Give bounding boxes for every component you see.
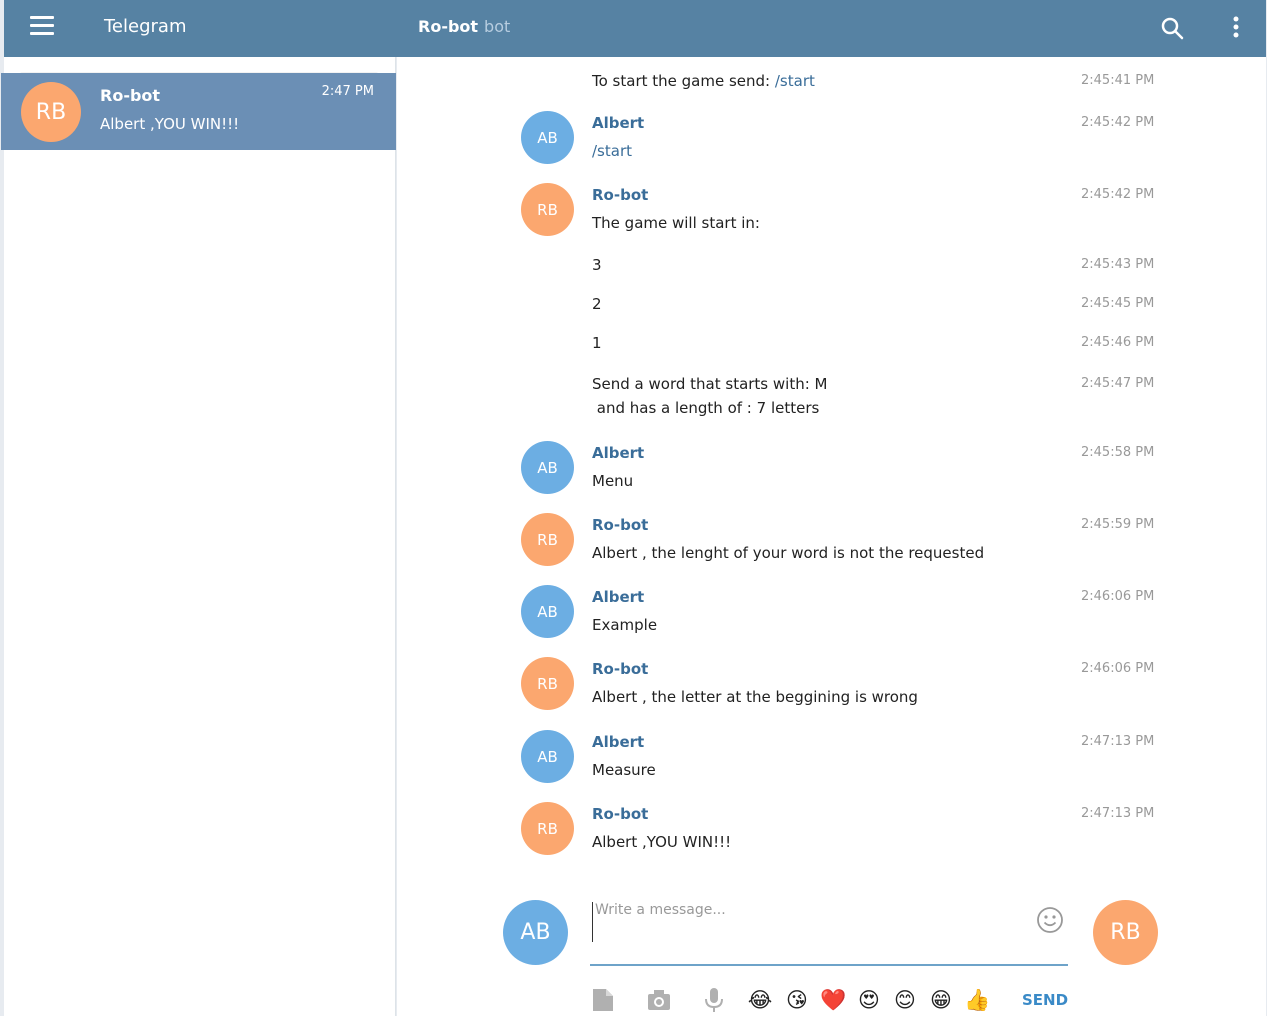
message-text: 1 [592,334,602,352]
message-time: 2:46:06 PM [1081,661,1155,676]
message-text: Albert , the letter at the beggining is … [592,688,918,706]
message-time: 2:45:59 PM [1081,517,1155,532]
message-author[interactable]: Albert [592,444,644,462]
emoji-kiss-icon[interactable]: 😘 [784,987,810,1013]
message-text: Albert ,YOU WIN!!! [592,833,732,851]
message-row: To start the game send: /start 2:45:41 P… [397,57,1266,97]
emoji-picker-icon[interactable] [1036,906,1064,934]
message-text: 3 [592,256,602,274]
emoji-heart-icon[interactable]: ❤️ [820,987,846,1013]
attach-file-icon[interactable] [590,987,616,1013]
message-row: 1 2:45:46 PM [397,331,1266,361]
command-link[interactable]: /start [775,72,815,90]
message-row: AB Albert Example 2:46:06 PM [397,581,1266,651]
my-avatar[interactable]: AB [503,900,568,965]
peer-title[interactable]: Ro-bot bot [418,17,510,36]
hamburger-menu-icon[interactable] [30,16,54,36]
microphone-icon[interactable] [701,987,727,1013]
message-row: RB Ro-bot Albert , the letter at the beg… [397,653,1266,723]
message-row: RB Ro-bot The game will start in: 2:45:4… [397,179,1266,249]
search-icon[interactable] [1160,16,1184,40]
message-row: AB Albert Measure 2:47:13 PM [397,726,1266,796]
message-row: 2 2:45:45 PM [397,292,1266,322]
message-author[interactable]: Albert [592,114,644,132]
message-author[interactable]: Ro-bot [592,186,648,204]
message-author[interactable]: Ro-bot [592,660,648,678]
message-author[interactable]: Albert [592,733,644,751]
message-row: RB Ro-bot Albert ,YOU WIN!!! 2:47:13 PM [397,798,1266,868]
message-text: To start the game send: /start [592,69,815,93]
message-input[interactable] [592,902,1022,942]
avatar: RB [21,82,81,142]
message-text-content: To start the game send: [592,72,775,90]
message-row: AB Albert Menu 2:45:58 PM [397,437,1266,507]
message-row: 3 2:45:43 PM [397,253,1266,283]
app-title: Telegram [104,16,187,37]
dialog-item-ro-bot[interactable]: RB Ro-bot 2:47 PM Albert ,YOU WIN!!! [1,73,396,150]
avatar[interactable]: AB [521,441,574,494]
message-time: 2:45:47 PM [1081,376,1155,391]
message-row: RB Ro-bot Albert , the lenght of your wo… [397,509,1266,579]
message-text: Send a word that starts with: M and has … [592,375,828,417]
message-text: 2 [592,295,602,313]
message-text: The game will start in: [592,214,760,232]
emoji-heart-eyes-icon[interactable]: 😍 [856,987,882,1013]
chat-area: To start the game send: /start 2:45:41 P… [397,57,1266,1016]
message-row: Send a word that starts with: M and has … [397,372,1266,424]
dialog-name: Ro-bot [100,86,161,105]
avatar[interactable]: RB [521,657,574,710]
message-time: 2:46:06 PM [1081,589,1155,604]
emoji-smile-icon[interactable]: 😊 [892,987,918,1013]
avatar[interactable]: AB [521,585,574,638]
emoji-grin-icon[interactable]: 😁 [928,987,954,1013]
dialog-last-message: Albert ,YOU WIN!!! [100,115,240,133]
top-bar: Telegram Ro-bot bot [4,0,1266,57]
message-time: 2:47:13 PM [1081,806,1155,821]
avatar[interactable]: RB [521,183,574,236]
message-time: 2:45:42 PM [1081,187,1155,202]
camera-icon[interactable] [646,987,672,1013]
avatar[interactable]: RB [521,513,574,566]
message-time: 2:45:43 PM [1081,257,1155,272]
message-time: 2:45:46 PM [1081,335,1155,350]
message-time: 2:45:45 PM [1081,296,1155,311]
avatar[interactable]: AB [521,111,574,164]
peer-name: Ro-bot [418,17,479,36]
message-text: Example [592,616,658,634]
message-time: 2:45:58 PM [1081,445,1155,460]
dialog-time: 2:47 PM [321,84,374,99]
message-text: Measure [592,761,656,779]
command-link[interactable]: /start [592,139,632,163]
emoji-tears-of-joy-icon[interactable]: 😂 [747,987,773,1013]
peer-avatar[interactable]: RB [1093,900,1158,965]
message-row: AB Albert /start 2:45:42 PM [397,107,1266,177]
message-time: 2:45:41 PM [1081,73,1155,88]
send-button[interactable]: SEND [1022,991,1068,1009]
avatar[interactable]: AB [521,730,574,783]
peer-status: bot [484,17,511,36]
message-author[interactable]: Ro-bot [592,805,648,823]
message-author[interactable]: Ro-bot [592,516,648,534]
message-text: Menu [592,472,634,490]
message-time: 2:47:13 PM [1081,734,1155,749]
message-author[interactable]: Albert [592,588,644,606]
message-composer [590,902,1068,966]
more-options-icon[interactable] [1226,14,1246,42]
message-time: 2:45:42 PM [1081,115,1155,130]
emoji-thumbs-up-icon[interactable]: 👍 [964,987,990,1013]
composer-toolbar: 😂 😘 ❤️ 😍 😊 😁 👍 SEND [590,987,1068,1015]
message-text: Albert , the lenght of your word is not … [592,544,985,562]
avatar[interactable]: RB [521,802,574,855]
dialogs-sidebar [4,57,396,1016]
